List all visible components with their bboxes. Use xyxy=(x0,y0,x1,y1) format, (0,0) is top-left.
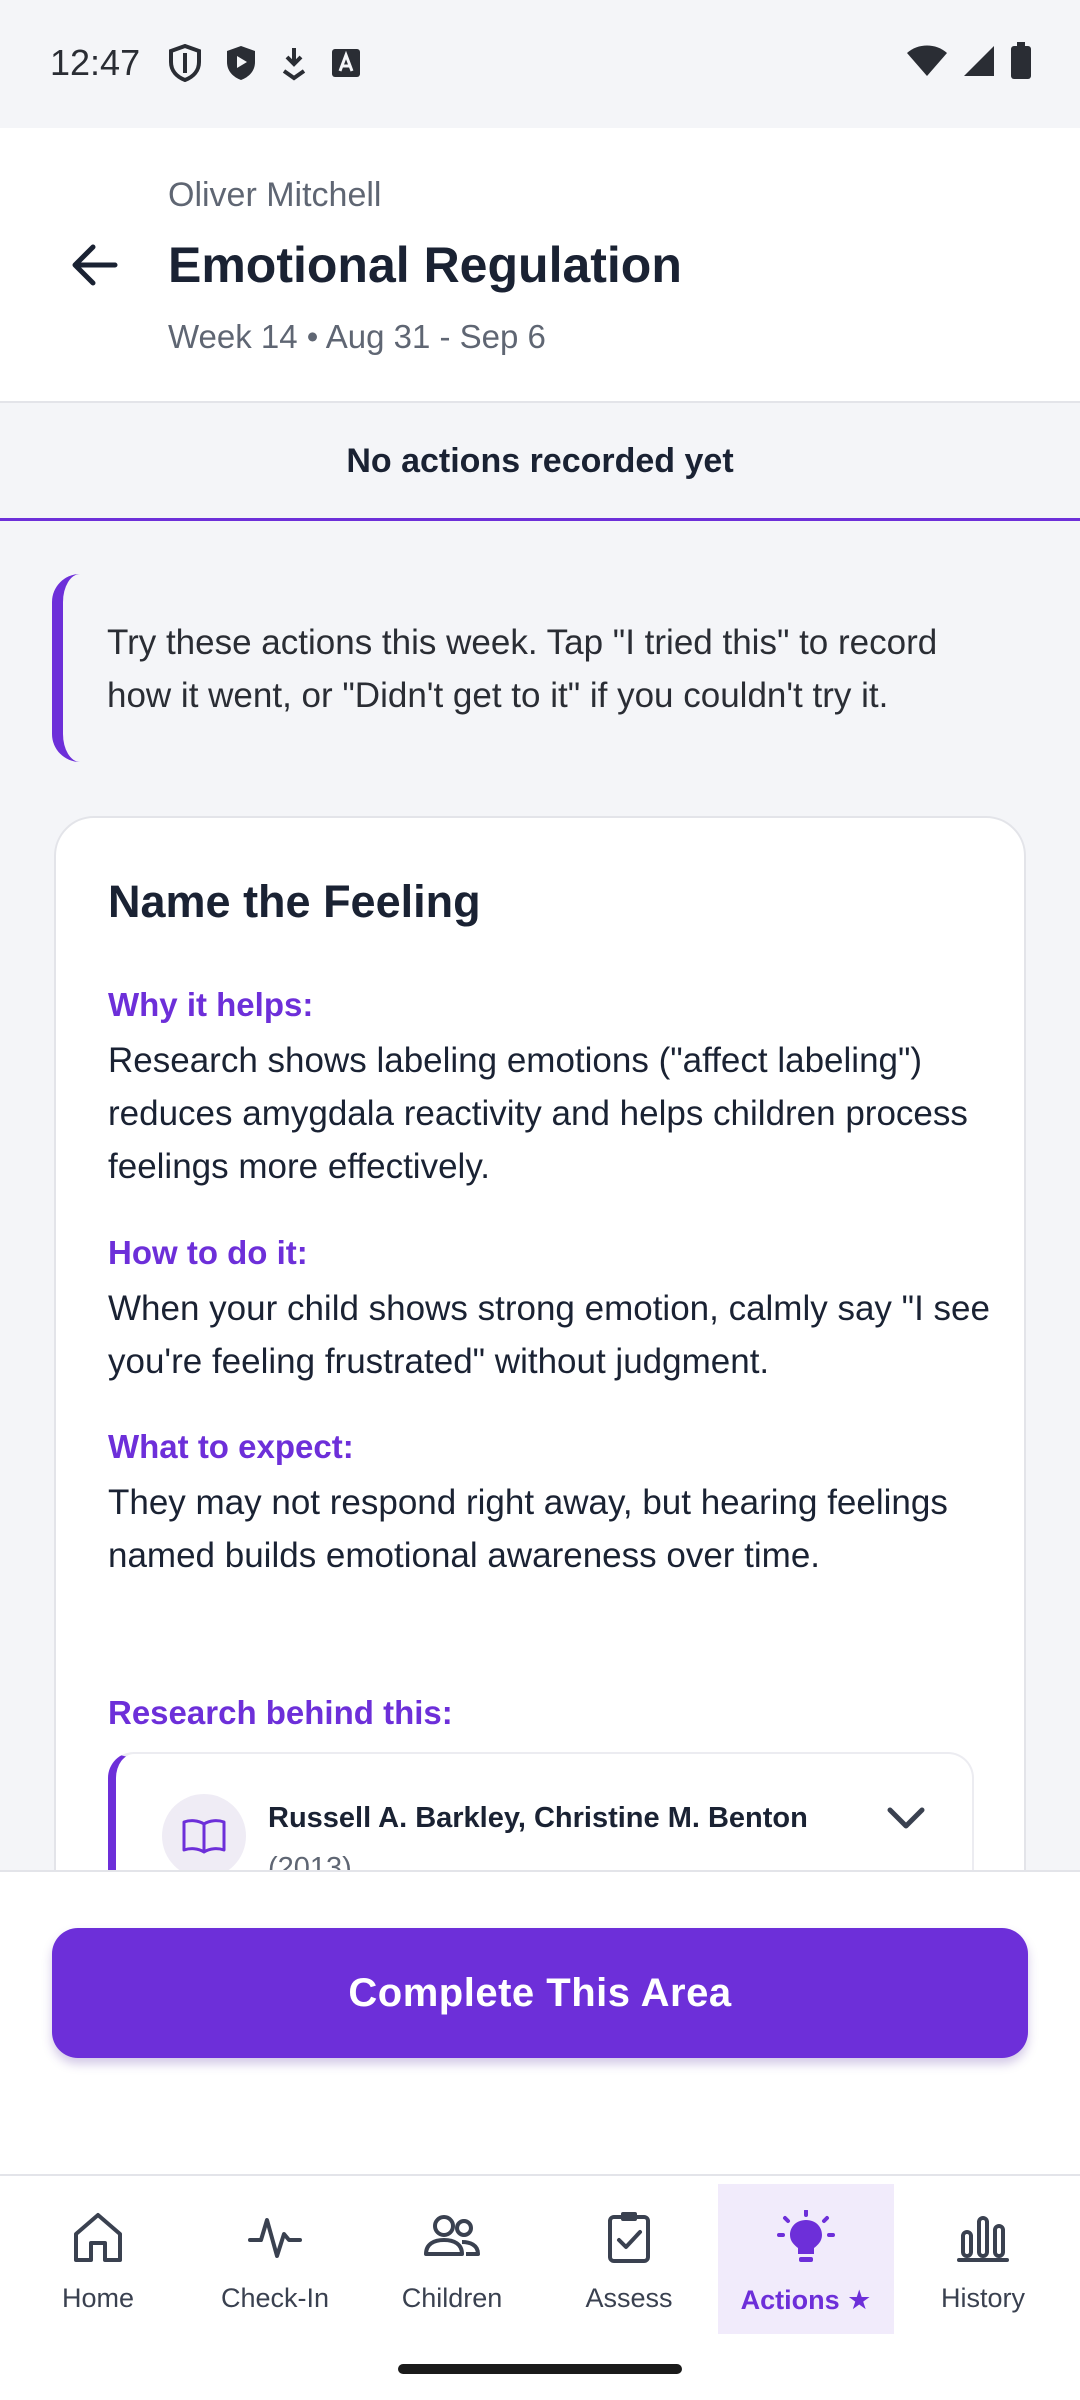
research-label: Research behind this: xyxy=(108,1694,453,1731)
what-to-expect-text: They may not respond right away, but hea… xyxy=(108,1483,948,1575)
status-icons-right xyxy=(906,42,1032,80)
back-button[interactable] xyxy=(56,228,134,306)
actions-summary-text: No actions recorded yet xyxy=(346,442,734,480)
nav-item-actions[interactable]: Actions ★ xyxy=(718,2184,894,2334)
nav-item-check-in[interactable]: Check-In xyxy=(187,2184,363,2334)
nav-item-assess[interactable]: Assess xyxy=(541,2184,717,2334)
pulse-icon xyxy=(247,2210,303,2269)
status-bar: 12:47 xyxy=(0,0,1080,128)
why-it-helps-label: Why it helps: xyxy=(108,986,314,1023)
nav-item-children[interactable]: Children xyxy=(364,2184,540,2334)
book-open-icon xyxy=(162,1794,246,1870)
how-to-do-it-label: How to do it: xyxy=(108,1234,308,1271)
nav-item-history[interactable]: History xyxy=(895,2184,1071,2334)
research-authors: Russell A. Barkley, Christine M. Benton xyxy=(268,1802,808,1834)
action-card: Name the Feeling Why it helps: Research … xyxy=(54,816,1026,1870)
lightbulb-icon xyxy=(776,2209,836,2271)
status-icons-left xyxy=(168,44,362,82)
home-icon xyxy=(70,2210,126,2269)
page-header: Oliver Mitchell Emotional Regulation Wee… xyxy=(0,128,1080,403)
shield-filled-icon xyxy=(224,44,258,82)
chevron-down-icon[interactable] xyxy=(886,1806,926,1837)
people-icon xyxy=(422,2210,482,2269)
status-time: 12:47 xyxy=(50,42,141,83)
week-range: Week 14 • Aug 31 - Sep 6 xyxy=(168,318,546,355)
shield-outline-icon xyxy=(168,44,202,82)
complete-area-label: Complete This Area xyxy=(348,1970,732,2015)
actions-summary-bar: No actions recorded yet xyxy=(0,405,1080,521)
home-indicator[interactable] xyxy=(398,2364,682,2374)
instructions-text: Try these actions this week. Tap "I trie… xyxy=(107,623,938,715)
nav-label-assess: Assess xyxy=(585,2283,673,2313)
complete-area-button[interactable]: Complete This Area xyxy=(52,1928,1028,2058)
cta-area: Complete This Area xyxy=(0,1870,1080,2174)
arrow-left-icon xyxy=(71,243,119,292)
nav-label-history: History xyxy=(940,2283,1025,2313)
what-to-expect-label: What to expect: xyxy=(108,1428,354,1465)
why-it-helps-text: Research shows labeling emotions ("affec… xyxy=(108,1041,968,1186)
clipboard-check-icon xyxy=(601,2210,657,2269)
wifi-icon xyxy=(906,44,948,78)
instructions-callout: Try these actions this week. Tap "I trie… xyxy=(52,574,1028,762)
research-year: (2013) xyxy=(268,1852,352,1870)
nav-label-home: Home xyxy=(61,2283,135,2313)
translate-a-icon xyxy=(330,47,362,79)
nav-label-actions: Actions ★ xyxy=(740,2285,872,2315)
scroll-content[interactable]: Try these actions this week. Tap "I trie… xyxy=(0,524,1080,1870)
cell-signal-icon xyxy=(962,44,996,78)
action-title: Name the Feeling xyxy=(108,876,481,927)
nav-label-check-in: Check-In xyxy=(220,2283,330,2313)
nav-item-home[interactable]: Home xyxy=(10,2184,186,2334)
page-title: Emotional Regulation xyxy=(168,237,682,293)
how-to-do-it-text: When your child shows strong emotion, ca… xyxy=(108,1289,990,1381)
download-arrow-icon xyxy=(280,45,308,81)
research-citation[interactable]: Russell A. Barkley, Christine M. Benton … xyxy=(108,1752,974,1870)
child-name: Oliver Mitchell xyxy=(168,176,382,214)
nav-label-children: Children xyxy=(401,2283,503,2313)
bar-chart-icon xyxy=(955,2210,1011,2269)
battery-icon xyxy=(1010,42,1032,80)
bottom-nav: Home Check-In Children Assess Actions ★ … xyxy=(0,2174,1080,2400)
